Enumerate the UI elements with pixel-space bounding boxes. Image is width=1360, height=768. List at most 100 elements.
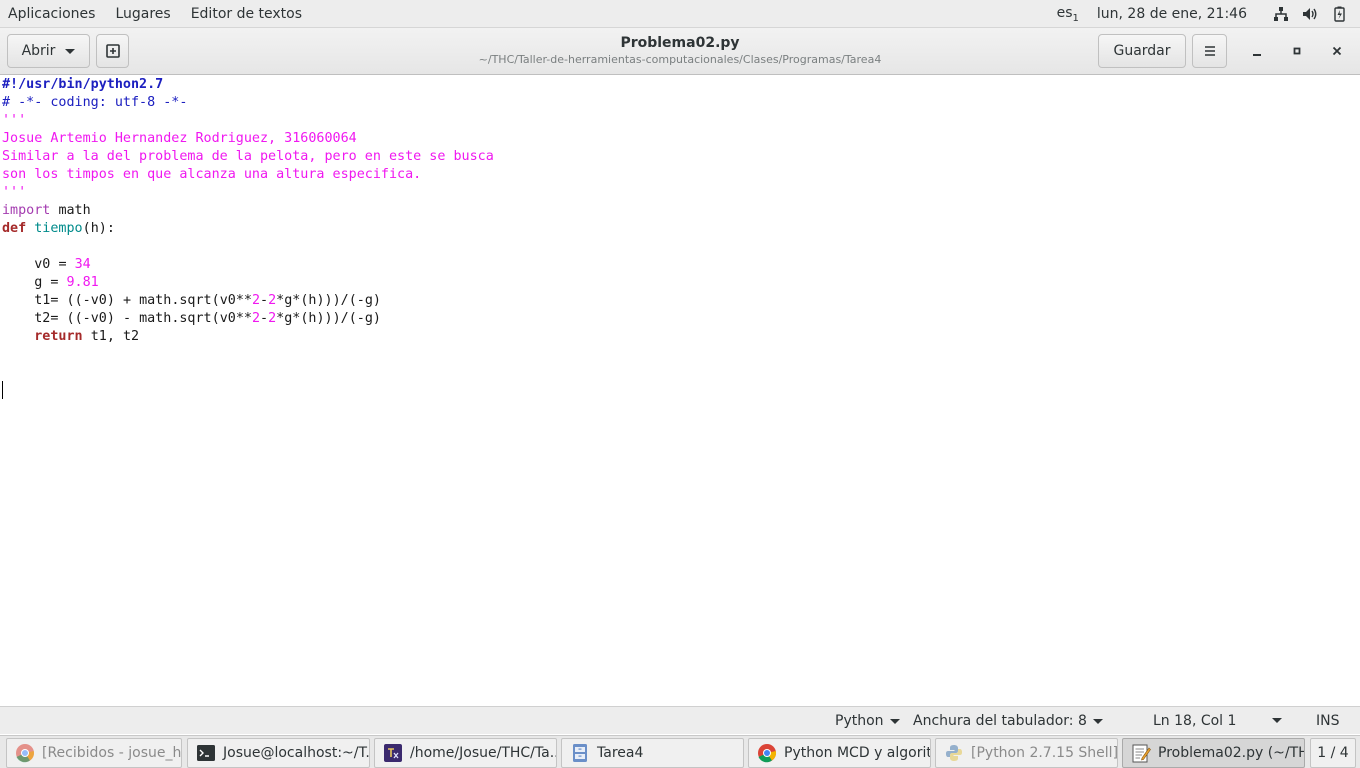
- workspace-indicator[interactable]: 1 / 4: [1310, 738, 1356, 768]
- code-operator: *: [276, 293, 285, 308]
- taskbar-item-texmaker[interactable]: /home/Josue/THC/Ta...: [374, 738, 557, 768]
- code-identifier: g: [364, 293, 373, 308]
- text-editor-icon: [1131, 743, 1151, 763]
- code-line: Similar a la del problema de la pelota, …: [2, 148, 494, 166]
- code-docstring: ''': [2, 185, 27, 200]
- code-operator: (: [74, 311, 83, 326]
- taskbar-item-text-editor[interactable]: Problema02.py (~/TH...: [1122, 738, 1305, 768]
- code-identifier: math: [139, 311, 172, 326]
- code-line: t2= ((-v0) - math.sqrt(v0**2-2*g*(h)))/(…: [2, 310, 381, 328]
- code-operator: (: [211, 311, 220, 326]
- network-icon[interactable]: [1273, 6, 1289, 22]
- insert-mode-indicator: INS: [1316, 712, 1340, 729]
- minimize-button[interactable]: [1246, 40, 1268, 62]
- text-editor-area[interactable]: #!/usr/bin/python2.7 # -*- coding: utf-8…: [0, 76, 1360, 706]
- chevron-down-icon: [65, 48, 76, 54]
- taskbar-item-label: /home/Josue/THC/Ta...: [410, 745, 557, 761]
- code-operator: ): [372, 293, 381, 308]
- code-identifier: t1: [90, 329, 107, 344]
- chrome-icon: [757, 743, 777, 763]
- menu-lugares[interactable]: Lugares: [107, 0, 178, 28]
- code-number: 2: [251, 311, 260, 326]
- code-line: t1= ((-v0) + math.sqrt(v0**2-2*g*(h)))/(…: [2, 292, 381, 310]
- code-shebang: #!/usr/bin/python2.7: [2, 77, 164, 92]
- taskbar-item-file-manager[interactable]: Tarea4: [561, 738, 744, 768]
- code-operator: -: [260, 311, 269, 326]
- code-operator: (: [211, 293, 220, 308]
- taskbar-item-python-shell[interactable]: [Python 2.7.15 Shell]: [935, 738, 1118, 768]
- code-operator: (: [82, 221, 91, 236]
- code-operator: =: [58, 257, 67, 272]
- code-keyword: import: [2, 203, 51, 218]
- code-keyword: return: [34, 329, 83, 344]
- taskbar: [Recibidos - josue_hd... Josue@localhost…: [0, 735, 1360, 768]
- code-operator: ): [332, 311, 341, 326]
- new-document-button[interactable]: [96, 34, 129, 68]
- cursor-position[interactable]: Ln 18, Col 1: [1153, 707, 1236, 735]
- code-identifier: g: [364, 311, 373, 326]
- code-line: ''': [2, 112, 26, 130]
- code-operator: -: [82, 311, 91, 326]
- code-line: g = 9.81: [2, 274, 99, 292]
- close-button[interactable]: [1326, 40, 1348, 62]
- chevron-down-icon: [889, 718, 900, 724]
- tex-icon: [383, 743, 403, 763]
- hamburger-icon: [1204, 46, 1215, 56]
- code-operator: ): [332, 293, 341, 308]
- volume-icon[interactable]: [1302, 6, 1318, 22]
- code-operator: *: [235, 311, 244, 326]
- code-identifier: t2: [34, 311, 51, 326]
- code-operator: /: [340, 311, 349, 326]
- code-identifier: sqrt: [179, 293, 212, 308]
- minimize-icon: [1253, 54, 1261, 56]
- menu-aplicaciones[interactable]: Aplicaciones: [0, 0, 103, 28]
- document-path: ~/THC/Taller-de-herramientas-computacion…: [478, 53, 882, 66]
- save-button[interactable]: Guardar: [1098, 34, 1186, 68]
- code-identifier: v0: [90, 311, 107, 326]
- code-identifier: t1: [34, 293, 51, 308]
- code-operator: (: [74, 293, 83, 308]
- maximize-button[interactable]: [1286, 40, 1308, 62]
- code-operator: +: [122, 293, 131, 308]
- chevron-down-icon[interactable]: [1272, 718, 1282, 723]
- hamburger-menu-button[interactable]: [1192, 34, 1227, 68]
- text-cursor: [2, 381, 3, 399]
- menu-editor-de-textos[interactable]: Editor de textos: [183, 0, 310, 28]
- open-button[interactable]: Abrir: [7, 34, 90, 68]
- code-keyword: def: [2, 221, 27, 236]
- code-identifier: sqrt: [179, 311, 212, 326]
- code-operator: :: [106, 221, 115, 236]
- system-tray: es1 lun, 28 de ene, 21:46: [1057, 0, 1360, 28]
- code-operator: (: [348, 311, 357, 326]
- language-selector[interactable]: Python: [835, 707, 900, 735]
- taskbar-item-terminal[interactable]: Josue@localhost:~/T...: [187, 738, 370, 768]
- taskbar-item-chrome-gmail[interactable]: [Recibidos - josue_hd...: [6, 738, 182, 768]
- code-identifier: t2: [122, 329, 140, 344]
- code-function-name: tiempo: [34, 221, 83, 236]
- code-comment: # -*- coding: utf-8 -*-: [2, 95, 188, 110]
- code-operator: ): [98, 221, 107, 236]
- taskbar-item-label: Josue@localhost:~/T...: [223, 745, 370, 761]
- code-operator: ): [106, 293, 115, 308]
- language-label: Python: [835, 712, 884, 729]
- battery-icon[interactable]: [1331, 6, 1347, 22]
- keyboard-layout-indicator[interactable]: es1: [1057, 5, 1079, 24]
- code-identifier: math: [139, 293, 172, 308]
- taskbar-item-label: Python MCD y algorit...: [784, 745, 931, 761]
- code-operator: *: [276, 311, 285, 326]
- code-line: #!/usr/bin/python2.7: [2, 76, 163, 94]
- taskbar-item-chrome-python[interactable]: Python MCD y algorit...: [748, 738, 931, 768]
- taskbar-item-label: [Recibidos - josue_hd...: [42, 745, 182, 761]
- clock[interactable]: lun, 28 de ene, 21:46: [1097, 6, 1247, 22]
- tab-width-selector[interactable]: Anchura del tabulador: 8: [913, 707, 1103, 735]
